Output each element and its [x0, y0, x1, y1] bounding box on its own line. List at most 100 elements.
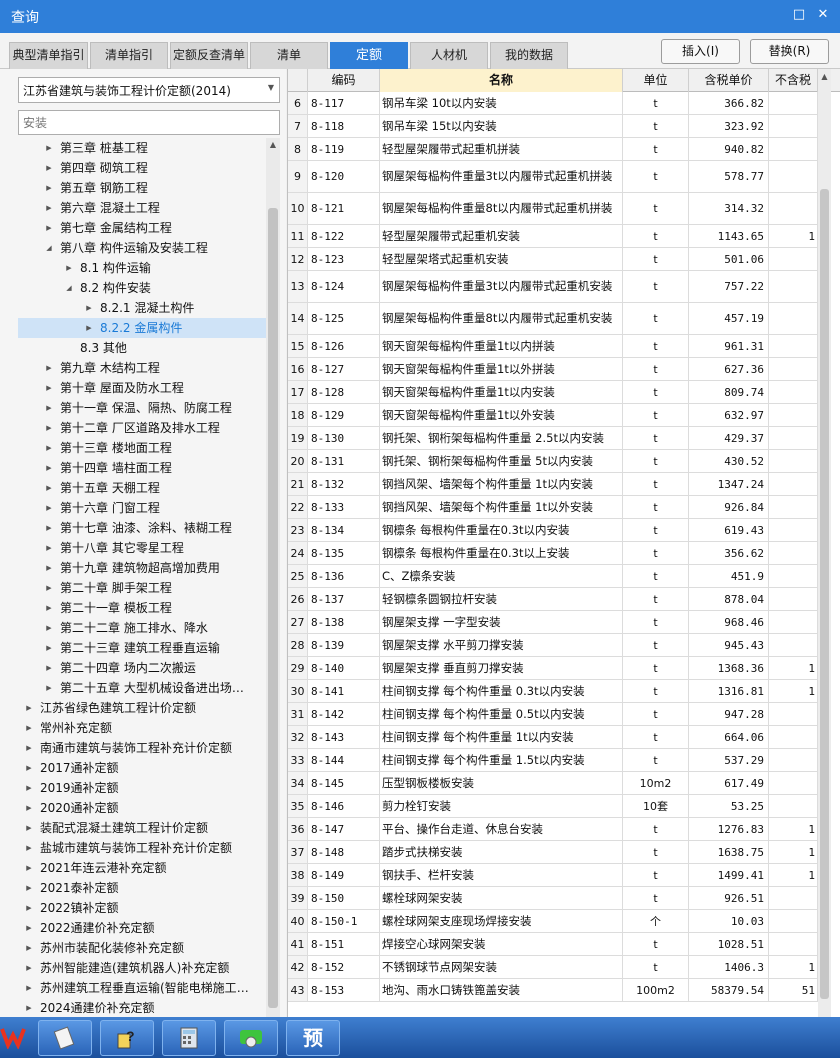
- tree-node[interactable]: ▶ 第十五章 天棚工程: [0, 478, 266, 498]
- tree-node[interactable]: ▶ 苏州市装配化装修补充定额: [0, 938, 266, 958]
- replace-button[interactable]: 替换(R): [750, 39, 829, 64]
- expand-arrow-icon[interactable]: ▶: [84, 318, 94, 338]
- tab-bill-guide[interactable]: 清单指引: [90, 42, 168, 69]
- expand-arrow-icon[interactable]: ▶: [44, 458, 54, 478]
- tab-labor-material-machine[interactable]: 人材机: [410, 42, 488, 69]
- tree-node[interactable]: ▶ 8.1 构件运输: [0, 258, 266, 278]
- expand-arrow-icon[interactable]: ▶: [44, 418, 54, 438]
- tree-node[interactable]: ▶ 2024通建价补充定额: [0, 998, 266, 1017]
- table-row[interactable]: 38 8-149 钢扶手、栏杆安装 t 1499.41 1: [288, 864, 818, 887]
- help-icon[interactable]: ?: [100, 1020, 154, 1056]
- table-row[interactable]: 37 8-148 踏步式扶梯安装 t 1638.75 1: [288, 841, 818, 864]
- tree-node[interactable]: ▶ 第十七章 油漆、涂料、裱糊工程: [0, 518, 266, 538]
- expand-arrow-icon[interactable]: ▶: [24, 958, 34, 978]
- restore-button[interactable]: □: [790, 6, 808, 24]
- tree-scrollbar[interactable]: ▲: [266, 138, 280, 1017]
- expand-arrow-icon[interactable]: ▶: [44, 138, 54, 158]
- table-row[interactable]: 34 8-145 压型钢板楼板安装 10m2 617.49: [288, 772, 818, 795]
- tree-node[interactable]: ▶ 常州补充定额: [0, 718, 266, 738]
- expand-arrow-icon[interactable]: ▶: [24, 918, 34, 938]
- expand-arrow-icon[interactable]: ▶: [44, 538, 54, 558]
- tree-node[interactable]: ▶ 第二十一章 模板工程: [0, 598, 266, 618]
- expand-arrow-icon[interactable]: ▶: [44, 358, 54, 378]
- tree-node[interactable]: ▶ 第三章 桩基工程: [0, 138, 266, 158]
- tree-node[interactable]: ▶ 第十九章 建筑物超高增加费用: [0, 558, 266, 578]
- header-name[interactable]: 名称: [380, 69, 623, 92]
- tree-node[interactable]: ▶ 第十六章 门窗工程: [0, 498, 266, 518]
- tree-node[interactable]: ▶ 第十四章 墙柱面工程: [0, 458, 266, 478]
- expand-arrow-icon[interactable]: ▶: [24, 838, 34, 858]
- tree-node[interactable]: ▶ 第十二章 厂区道路及排水工程: [0, 418, 266, 438]
- tree-node[interactable]: ▶ 8.2.1 混凝土构件: [0, 298, 266, 318]
- tree-node[interactable]: ▶ 第十章 屋面及防水工程: [0, 378, 266, 398]
- expand-arrow-icon[interactable]: ▶: [64, 258, 74, 278]
- table-scrollbar-thumb[interactable]: [820, 189, 829, 999]
- tab-quota-reverse-lookup[interactable]: 定额反查清单: [170, 42, 248, 69]
- table-row[interactable]: 27 8-138 钢屋架支撑 一字型安装 t 968.46: [288, 611, 818, 634]
- table-row[interactable]: 36 8-147 平台、操作台走道、休息台安装 t 1276.83 1: [288, 818, 818, 841]
- expand-arrow-icon[interactable]: ▶: [44, 158, 54, 178]
- tree-node[interactable]: ▶ 2019通补定额: [0, 778, 266, 798]
- table-row[interactable]: 26 8-137 轻钢檩条圆钢拉杆安装 t 878.04: [288, 588, 818, 611]
- table-row[interactable]: 31 8-142 柱间钢支撑 每个构件重量 0.5t以内安装 t 947.28: [288, 703, 818, 726]
- tree-node[interactable]: 8.3 其他: [0, 338, 266, 358]
- table-row[interactable]: 11 8-122 轻型屋架履带式起重机安装 t 1143.65 1: [288, 225, 818, 248]
- expand-arrow-icon[interactable]: ▶: [24, 758, 34, 778]
- tree-node[interactable]: ◢ 第八章 构件运输及安装工程: [0, 238, 266, 258]
- table-scrollbar[interactable]: ▲: [818, 69, 831, 1017]
- expand-arrow-icon[interactable]: ▶: [24, 778, 34, 798]
- tree-node[interactable]: ▶ 2021泰补定额: [0, 878, 266, 898]
- quota-preview-icon[interactable]: 预: [286, 1020, 340, 1056]
- tree-node[interactable]: ▶ 第二十五章 大型机械设备进出场及…: [0, 678, 266, 698]
- expand-arrow-icon[interactable]: ▶: [24, 938, 34, 958]
- expand-arrow-icon[interactable]: ▶: [44, 638, 54, 658]
- table-row[interactable]: 43 8-153 地沟、雨水口铸铁篦盖安装 100m2 58379.54 51: [288, 979, 818, 1002]
- expand-arrow-icon[interactable]: ▶: [24, 898, 34, 918]
- expand-arrow-icon[interactable]: ▶: [44, 398, 54, 418]
- table-row[interactable]: 33 8-144 柱间钢支撑 每个构件重量 1.5t以内安装 t 537.29: [288, 749, 818, 772]
- header-price-tax-excl[interactable]: 不含税: [769, 69, 818, 92]
- expand-arrow-icon[interactable]: ▶: [44, 618, 54, 638]
- tree-node[interactable]: ▶ 装配式混凝土建筑工程计价定额: [0, 818, 266, 838]
- table-row[interactable]: 17 8-128 钢天窗架每榀构件重量1t以内安装 t 809.74: [288, 381, 818, 404]
- table-row[interactable]: 40 8-150-1 螺栓球网架支座现场焊接安装个 10.03: [288, 910, 818, 933]
- table-row[interactable]: 41 8-151 焊接空心球网架安装 t 1028.51: [288, 933, 818, 956]
- table-row[interactable]: 24 8-135 钢檩条 每根构件重量在0.3t以上安装 t 356.62: [288, 542, 818, 565]
- table-row[interactable]: 10 8-121 钢屋架每榀构件重量8t以内履带式起重机拼装 t 314.32: [288, 193, 818, 225]
- tree-node[interactable]: ▶ 第二十四章 场内二次搬运: [0, 658, 266, 678]
- table-row[interactable]: 23 8-134 钢檩条 每根构件重量在0.3t以内安装 t 619.43: [288, 519, 818, 542]
- app-logo-icon[interactable]: [0, 1020, 32, 1056]
- table-row[interactable]: 35 8-146 剪力栓钉安装 10套 53.25: [288, 795, 818, 818]
- chat-icon[interactable]: [224, 1020, 278, 1056]
- expand-arrow-icon[interactable]: ▶: [24, 738, 34, 758]
- table-row[interactable]: 19 8-130 钢托架、钢桁架每榀构件重量 2.5t以内安装 t 429.37: [288, 427, 818, 450]
- tree-node[interactable]: ▶ 8.2.2 金属构件: [18, 318, 266, 338]
- tab-typical-bill-guide[interactable]: 典型清单指引: [9, 42, 88, 69]
- table-row[interactable]: 22 8-133 钢挡风架、墙架每个构件重量 1t以外安装 t 926.84: [288, 496, 818, 519]
- tree-node[interactable]: ▶ 第十一章 保温、隔热、防腐工程: [0, 398, 266, 418]
- table-scroll-up-arrow-icon[interactable]: ▲: [818, 72, 831, 81]
- tree-node[interactable]: ▶ 第二十章 脚手架工程: [0, 578, 266, 598]
- close-button[interactable]: ✕: [814, 6, 832, 24]
- tree-node[interactable]: ▶ 第五章 钢筋工程: [0, 178, 266, 198]
- table-row[interactable]: 15 8-126 钢天窗架每榀构件重量1t以内拼装 t 961.31: [288, 335, 818, 358]
- header-code[interactable]: 编码: [308, 69, 380, 92]
- tree-node[interactable]: ▶ 南通市建筑与装饰工程补充计价定额: [0, 738, 266, 758]
- expand-arrow-icon[interactable]: ▶: [44, 578, 54, 598]
- expand-arrow-icon[interactable]: ▶: [44, 378, 54, 398]
- tree-node[interactable]: ▶ 江苏省绿色建筑工程计价定额: [0, 698, 266, 718]
- expand-arrow-icon[interactable]: ▶: [84, 298, 94, 318]
- expand-arrow-icon[interactable]: ▶: [44, 518, 54, 538]
- tab-quota[interactable]: 定额: [330, 42, 408, 69]
- expand-arrow-icon[interactable]: ▶: [44, 678, 54, 698]
- tree-node[interactable]: ▶ 第九章 木结构工程: [0, 358, 266, 378]
- header-price-tax-incl[interactable]: 含税单价: [689, 69, 769, 92]
- expand-arrow-icon[interactable]: ▶: [44, 178, 54, 198]
- tree-node[interactable]: ▶ 盐城市建筑与装饰工程补充计价定额: [0, 838, 266, 858]
- table-row[interactable]: 14 8-125 钢屋架每榀构件重量8t以内履带式起重机安装 t 457.19: [288, 303, 818, 335]
- table-row[interactable]: 8 8-119 轻型屋架履带式起重机拼装 t 940.82: [288, 138, 818, 161]
- table-row[interactable]: 12 8-123 轻型屋架塔式起重机安装 t 501.06: [288, 248, 818, 271]
- tree-node[interactable]: ◢ 8.2 构件安装: [0, 278, 266, 298]
- header-unit[interactable]: 单位: [623, 69, 689, 92]
- table-row[interactable]: 16 8-127 钢天窗架每榀构件重量1t以外拼装 t 627.36: [288, 358, 818, 381]
